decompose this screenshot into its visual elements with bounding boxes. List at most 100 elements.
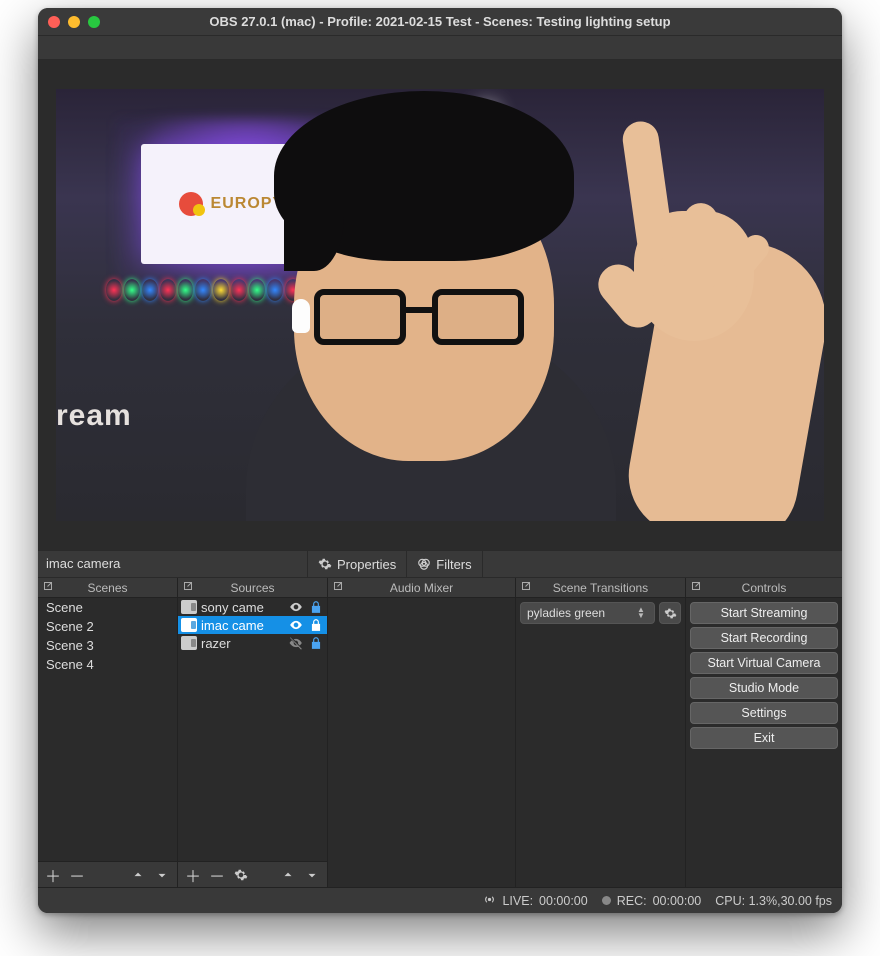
transition-settings-button[interactable]	[659, 602, 681, 624]
controls-title: Controls	[742, 581, 787, 595]
transition-selected-label: pyladies green	[527, 606, 605, 620]
titlebar: OBS 27.0.1 (mac) - Profile: 2021-02-15 T…	[38, 8, 842, 36]
settings-button[interactable]: Settings	[690, 702, 838, 724]
cpu-text: CPU: 1.3%,30.00 fps	[715, 894, 832, 908]
selected-source-label: imac camera	[38, 551, 308, 577]
transition-select[interactable]: pyladies green ▲▼	[520, 602, 655, 624]
filters-button[interactable]: Filters	[407, 551, 482, 577]
scenes-list[interactable]: SceneScene 2Scene 3Scene 4	[38, 598, 177, 861]
scene-item[interactable]: Scene 2	[38, 617, 177, 636]
preview-arm	[574, 141, 824, 521]
live-time: 00:00:00	[539, 894, 588, 908]
scene-item[interactable]: Scene 4	[38, 655, 177, 674]
transitions-header: Scene Transitions	[516, 578, 685, 598]
source-move-up-button[interactable]	[277, 864, 299, 886]
transitions-title: Scene Transitions	[553, 581, 648, 595]
filters-label: Filters	[436, 557, 471, 572]
source-label: imac came	[201, 618, 284, 633]
preview-area: EUROPYTHON ream	[38, 60, 842, 550]
lock-toggle[interactable]	[308, 599, 324, 615]
visibility-toggle[interactable]	[288, 599, 304, 615]
sources-list[interactable]: sony came imac came razer	[178, 598, 327, 861]
audio-mixer-panel: Audio Mixer	[328, 578, 516, 887]
source-properties-button[interactable]	[230, 864, 252, 886]
scenes-title: Scenes	[87, 581, 127, 595]
exit-button[interactable]: Exit	[690, 727, 838, 749]
audio-mixer-header: Audio Mixer	[328, 578, 515, 598]
status-cpu: CPU: 1.3%,30.00 fps	[715, 894, 832, 908]
source-add-button[interactable]: ＋	[182, 864, 204, 886]
window-controls	[48, 16, 100, 28]
sources-popout-button[interactable]	[182, 580, 196, 594]
controls-body: Start Streaming Start Recording Start Vi…	[686, 598, 842, 887]
window-close-button[interactable]	[48, 16, 60, 28]
scene-move-up-button[interactable]	[127, 864, 149, 886]
start-virtual-camera-button[interactable]: Start Virtual Camera	[690, 652, 838, 674]
camera-icon	[181, 600, 197, 614]
preview-glasses	[314, 289, 524, 351]
source-label: razer	[201, 636, 284, 651]
preview-person-hair	[274, 91, 574, 261]
menubar[interactable]	[38, 36, 842, 60]
docks: Scenes SceneScene 2Scene 3Scene 4 ＋ － So…	[38, 578, 842, 887]
record-dot-icon	[602, 896, 611, 905]
source-remove-button[interactable]: －	[206, 864, 228, 886]
window-zoom-button[interactable]	[88, 16, 100, 28]
properties-label: Properties	[337, 557, 396, 572]
audio-mixer-title: Audio Mixer	[390, 581, 453, 595]
scenes-footer: ＋ －	[38, 861, 177, 887]
source-move-down-button[interactable]	[301, 864, 323, 886]
sources-panel: Sources sony came imac came razer ＋ －	[178, 578, 328, 887]
preview-earbud	[292, 299, 310, 333]
broadcast-icon	[483, 893, 496, 909]
audio-mixer-body[interactable]	[328, 598, 515, 887]
transitions-popout-button[interactable]	[520, 580, 534, 594]
sources-header: Sources	[178, 578, 327, 598]
scene-item[interactable]: Scene	[38, 598, 177, 617]
scene-move-down-button[interactable]	[151, 864, 173, 886]
visibility-toggle[interactable]	[288, 617, 304, 633]
source-label: sony came	[201, 600, 284, 615]
scene-add-button[interactable]: ＋	[42, 864, 64, 886]
gear-icon	[664, 607, 677, 620]
source-item[interactable]: imac came	[178, 616, 327, 634]
preview-side-text: ream	[56, 399, 132, 433]
controls-header: Controls	[686, 578, 842, 598]
window-minimize-button[interactable]	[68, 16, 80, 28]
window-title: OBS 27.0.1 (mac) - Profile: 2021-02-15 T…	[209, 14, 670, 29]
start-streaming-button[interactable]: Start Streaming	[690, 602, 838, 624]
camera-icon	[181, 618, 197, 632]
scenes-header: Scenes	[38, 578, 177, 598]
lock-toggle[interactable]	[308, 635, 324, 651]
start-recording-button[interactable]: Start Recording	[690, 627, 838, 649]
scenes-popout-button[interactable]	[42, 580, 56, 594]
source-toolbar: imac camera Properties Filters	[38, 550, 842, 578]
properties-button[interactable]: Properties	[308, 551, 407, 577]
audio-mixer-popout-button[interactable]	[332, 580, 346, 594]
controls-popout-button[interactable]	[690, 580, 704, 594]
scenes-panel: Scenes SceneScene 2Scene 3Scene 4 ＋ －	[38, 578, 178, 887]
visibility-toggle[interactable]	[288, 635, 304, 651]
rec-time: 00:00:00	[653, 894, 702, 908]
lock-toggle[interactable]	[308, 617, 324, 633]
status-live: LIVE: 00:00:00	[483, 893, 587, 909]
sources-footer: ＋ －	[178, 861, 327, 887]
live-label: LIVE:	[502, 894, 533, 908]
app-window: OBS 27.0.1 (mac) - Profile: 2021-02-15 T…	[38, 8, 842, 913]
stepper-icon: ▲▼	[634, 607, 648, 619]
controls-panel: Controls Start Streaming Start Recording…	[686, 578, 842, 887]
transitions-panel: Scene Transitions pyladies green ▲▼	[516, 578, 686, 887]
studio-mode-button[interactable]: Studio Mode	[690, 677, 838, 699]
statusbar: LIVE: 00:00:00 REC: 00:00:00 CPU: 1.3%,3…	[38, 887, 842, 913]
scene-item[interactable]: Scene 3	[38, 636, 177, 655]
source-item[interactable]: sony came	[178, 598, 327, 616]
camera-icon	[181, 636, 197, 650]
gear-icon	[318, 557, 332, 571]
sources-title: Sources	[230, 581, 274, 595]
europython-logo-icon	[179, 192, 203, 216]
scene-remove-button[interactable]: －	[66, 864, 88, 886]
program-preview[interactable]: EUROPYTHON ream	[56, 89, 824, 521]
transitions-body: pyladies green ▲▼	[516, 598, 685, 887]
source-item[interactable]: razer	[178, 634, 327, 652]
status-rec: REC: 00:00:00	[602, 894, 702, 908]
